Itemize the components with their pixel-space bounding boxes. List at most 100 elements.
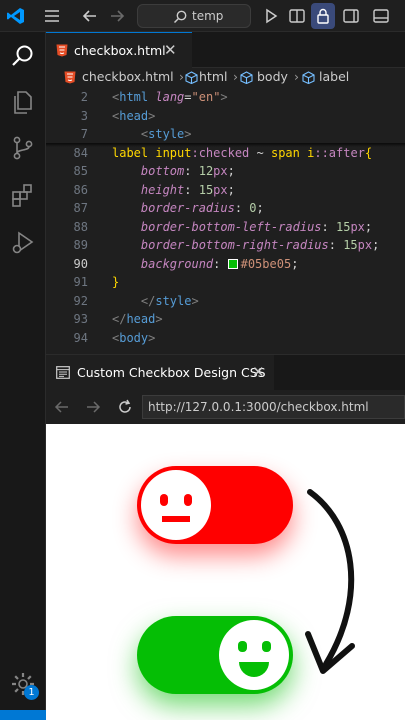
code-token: border-bottom-left-radius [140,219,322,234]
code-token: head [119,108,149,123]
code-token: :checked [191,145,250,160]
extensions-icon[interactable] [9,182,37,210]
breadcrumb-body[interactable]: body [257,69,288,84]
code-token: input [155,145,192,160]
back-arrow-icon[interactable] [53,398,71,416]
code-token: = [184,90,192,104]
code-token: > [148,330,156,345]
code-token: lang [155,90,185,104]
url-input[interactable]: http://127.0.0.1:3000/checkbox.html [142,395,405,419]
code-token: "en" [191,90,221,104]
code-token: : [328,238,344,252]
neutral-face-icon [141,470,211,540]
tab-checkbox-html[interactable]: checkbox.html ✕ [46,32,192,68]
code-line: 89 border-bottom-right-radius: 15px; [46,236,405,255]
line-number: 3 [80,108,88,123]
code-line: 91} [46,273,405,292]
url-text: http://127.0.0.1:3000/checkbox.html [148,400,369,414]
code-token: : [234,201,250,215]
preview-tab-close-icon[interactable]: ✕ [252,363,265,381]
explorer-icon[interactable] [9,88,37,116]
code-token: head [126,312,156,326]
line-number: 91 [73,275,88,289]
code-token: : [184,182,199,197]
code-text: <head> [112,107,155,126]
checkbox-toggle-checked[interactable] [137,616,293,694]
search-icon[interactable] [9,42,37,70]
code-text: } [112,273,119,292]
sticky-scroll-shadow [46,143,405,147]
symbol-cube-icon [240,71,253,84]
lock-button[interactable] [311,3,335,29]
menu-icon[interactable] [42,6,62,26]
code-token: > [184,127,192,141]
line-number: 93 [73,312,88,326]
chevron-right-icon: › [294,69,299,84]
code-token: px [357,238,373,252]
code-token: background [140,256,214,271]
preview-tab-bar: Custom Checkbox Design CSS ✕ [46,354,405,391]
code-token: ::after [314,145,365,160]
command-center-search[interactable]: temp [137,4,251,28]
code-text: border-bottom-right-radius: 15px; [112,236,379,255]
breadcrumb-label[interactable]: label [319,69,349,84]
split-editor-icon[interactable] [287,6,307,26]
back-arrow-icon[interactable] [80,6,100,26]
tab-custom-checkbox-preview[interactable]: Custom Checkbox Design CSS ✕ [46,355,274,391]
code-text: <body> [112,329,155,348]
forward-arrow-icon[interactable] [84,398,102,416]
line-number: 7 [80,127,88,141]
code-token: ; [364,219,373,234]
code-token: px [213,164,228,178]
code-line: 85 bottom: 12px; [46,162,405,181]
code-text: bottom: 12px; [112,162,235,181]
code-text: border-radius: 0; [112,199,264,218]
code-token: </ [112,312,127,326]
code-token: : [184,164,199,178]
code-token: style [148,127,185,141]
reload-icon[interactable] [116,398,134,416]
code-token: ; [291,256,299,271]
html5-file-icon [56,44,68,57]
source-control-icon[interactable] [9,134,37,162]
forward-arrow-icon[interactable] [107,6,127,26]
run-icon[interactable] [261,6,281,26]
code-token: #05be05 [240,256,292,271]
line-number: 2 [80,90,88,104]
preview-page [46,424,405,720]
breadcrumb-file[interactable]: checkbox.html [82,69,174,84]
code-line: 88 border-bottom-left-radius: 15px; [46,218,405,237]
code-text: </head> [112,310,163,329]
tab-close-icon[interactable]: ✕ [164,41,177,59]
panel-layout-icon[interactable] [371,6,391,26]
breadcrumb-html[interactable]: html [199,69,227,84]
sidebar-toggle-icon[interactable] [341,6,361,26]
code-token: > [220,90,228,104]
code-token: 15 [198,182,214,197]
code-line: 7 <style> [46,125,405,144]
checkbox-toggle-unchecked[interactable] [137,466,293,544]
browser-address-bar: http://127.0.0.1:3000/checkbox.html [46,390,405,424]
code-token: ~ [249,145,271,160]
code-line: 94 <body> [46,329,405,348]
chevron-right-icon: › [233,69,238,84]
code-token: > [148,108,156,123]
status-bar-strip [0,710,46,720]
code-line: 93 </head> [46,310,405,329]
code-editor[interactable]: 2 <html lang="en"> 3 <head> 7 <style> 84 label… [46,88,405,354]
code-token: ; [256,201,264,215]
code-token: label [112,145,149,160]
run-debug-icon[interactable] [9,228,37,256]
code-token: } [112,275,120,289]
notification-badge: 1 [24,685,39,700]
code-token: border-bottom-right-radius [140,238,329,252]
line-number: 94 [73,330,88,345]
breadcrumb: checkbox.html › html › body › label [46,68,405,88]
code-token: > [191,293,199,308]
color-swatch-icon[interactable] [227,258,238,269]
